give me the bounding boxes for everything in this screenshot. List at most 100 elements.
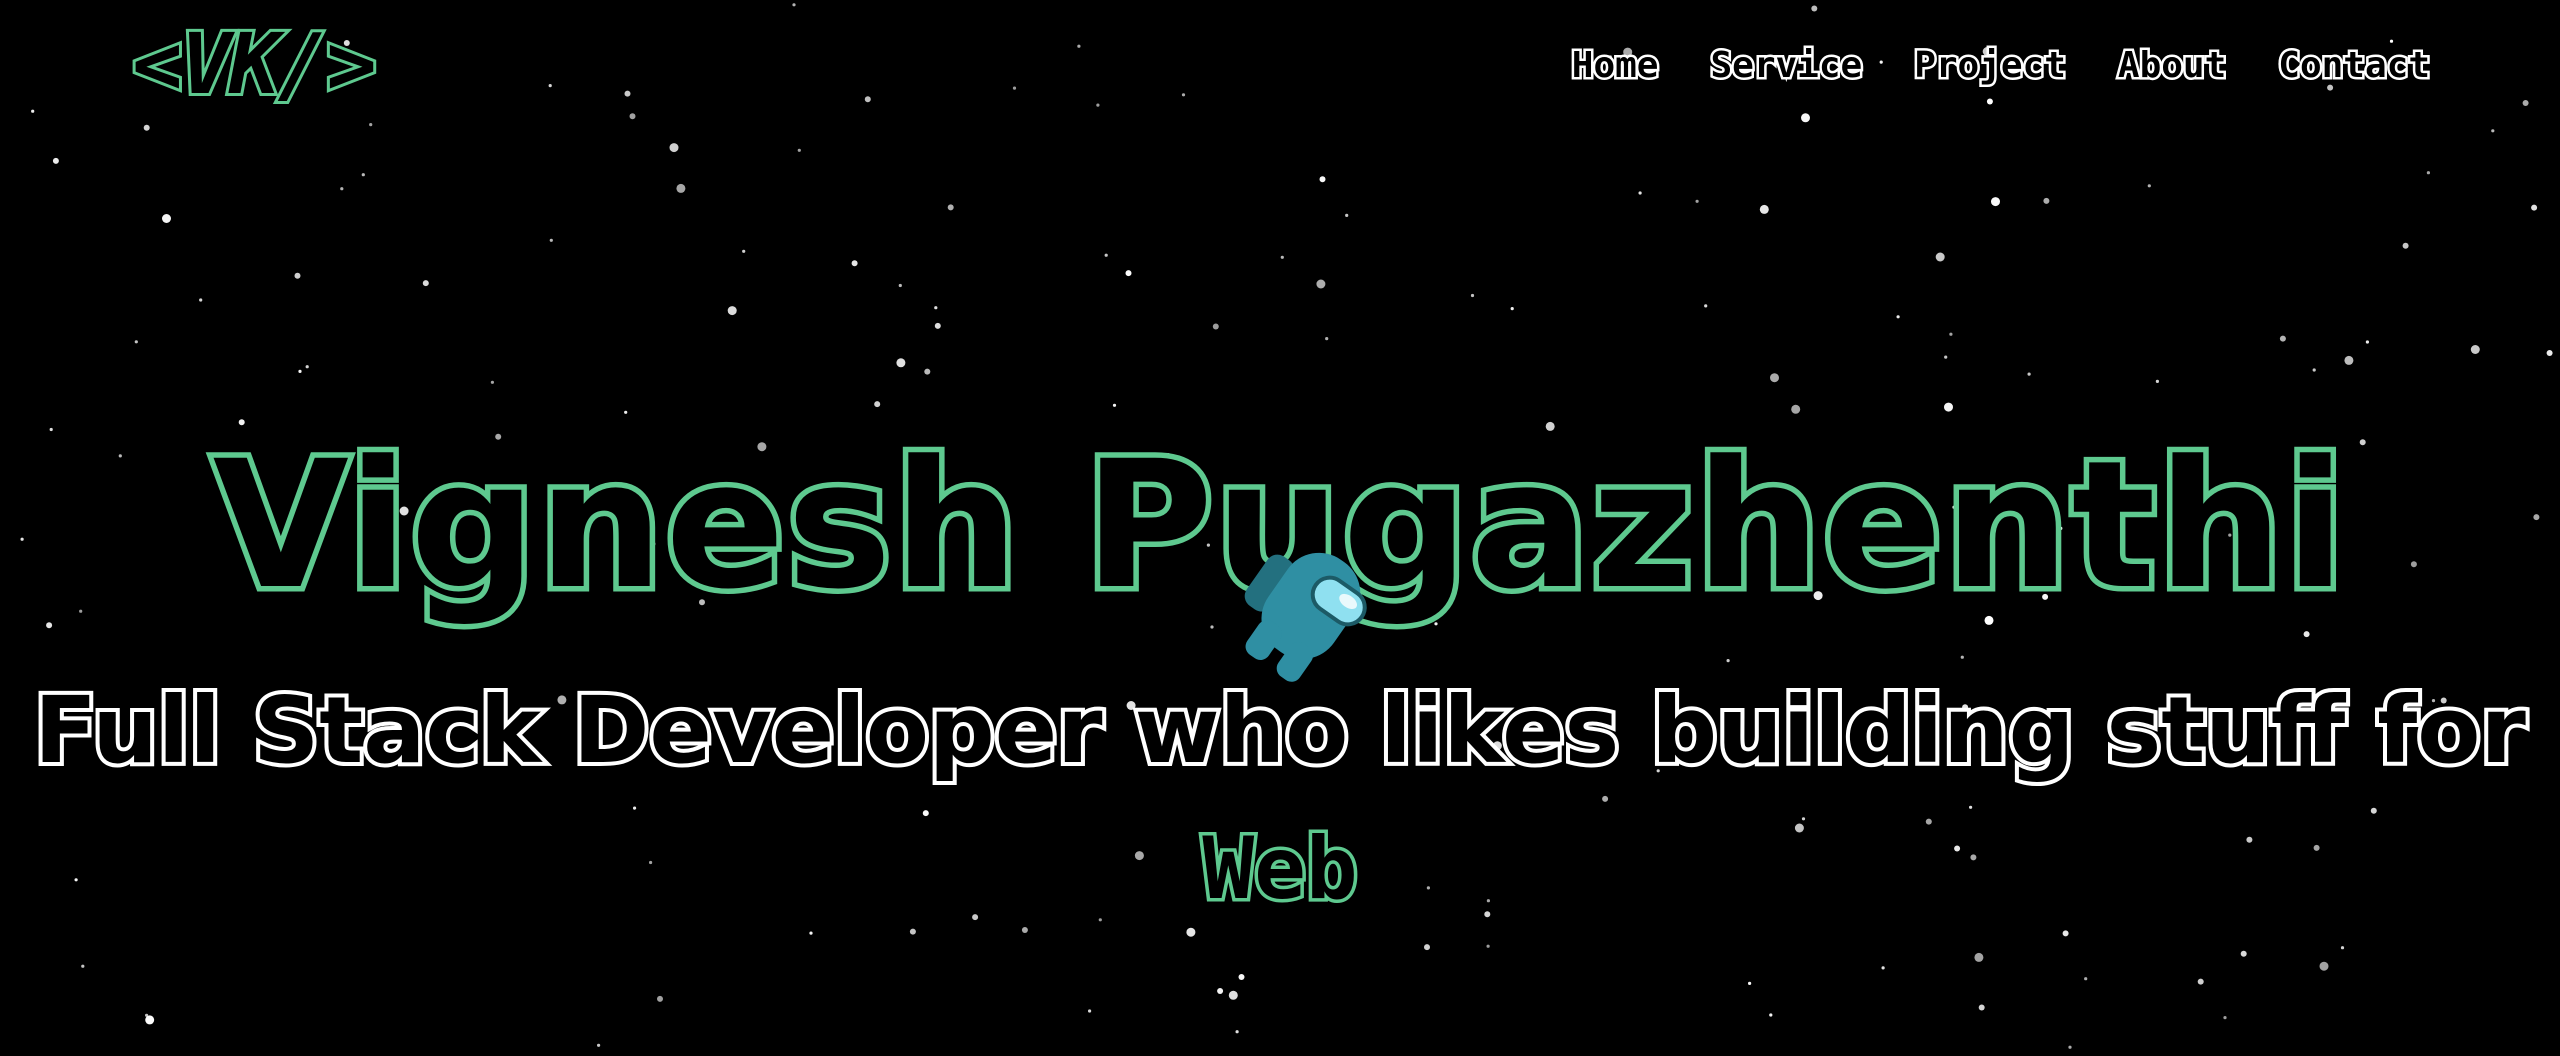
star [1112,403,1117,407]
star [1228,990,1238,1000]
star [2240,950,2247,957]
star [624,410,628,414]
star [2027,372,2031,376]
star [1181,93,1186,97]
star [2491,129,2495,133]
star [742,249,746,253]
star [369,123,373,127]
star [1345,213,1349,217]
star [2546,350,2553,356]
star [727,306,737,316]
star [797,148,801,152]
star [1470,293,1475,298]
star [2344,355,2354,365]
star [305,365,309,369]
nav-about[interactable]: About [2115,42,2228,88]
star [1510,307,1514,311]
star [361,173,365,177]
star [2312,368,2316,372]
star [597,1043,601,1047]
star [31,109,35,113]
star [1638,191,1642,195]
star [2370,807,2377,814]
star [2319,961,2329,971]
star [676,183,686,193]
star [1486,944,1490,948]
star [134,340,138,344]
nav-contact[interactable]: Contact [2276,42,2433,88]
star [2084,977,2088,981]
star [1944,402,1953,412]
star [1602,795,1609,802]
star [874,401,881,408]
star [422,280,429,287]
star [1770,373,1779,383]
star [1811,5,1818,12]
star [162,214,171,223]
star [490,380,494,384]
star [1238,974,1245,980]
star [1096,103,1100,107]
star [2223,1016,2227,1020]
star [340,187,344,191]
hero-tagline: Full Stack Developer who likes building … [30,673,2530,788]
star [1949,332,1953,336]
star [2340,946,2345,950]
star [1801,113,1810,123]
star [851,260,858,267]
star [145,1013,149,1017]
star [1212,323,1219,330]
star [624,90,631,97]
star [1077,44,1081,48]
star [2531,204,2538,211]
star [1969,805,1973,809]
star [2068,1045,2072,1049]
star [2155,379,2159,383]
hero-role: Web [1199,815,1361,922]
star [199,298,203,302]
star [633,806,637,810]
star [898,283,902,288]
star [934,322,941,329]
star [896,358,906,368]
star [1704,304,1708,308]
star [81,964,85,968]
star [1748,981,1752,986]
star [1104,253,1108,257]
star [1791,404,1801,414]
star [1978,1004,1985,1011]
star [2303,631,2310,638]
nav-home[interactable]: Home [1569,42,1661,88]
star [1125,270,1132,277]
star [1217,988,1224,994]
star [792,3,796,7]
nav-service[interactable]: Service [1708,42,1865,88]
astronaut-icon [1244,552,1367,682]
star [2365,340,2369,344]
star [2426,171,2430,175]
star [1769,1013,1773,1017]
star [298,369,302,373]
star [1881,966,1885,970]
star [2197,978,2204,985]
star [2402,242,2409,249]
site-logo[interactable]: <VK/> [129,19,380,109]
star [2062,930,2069,937]
nav-project[interactable]: Project [1912,42,2069,88]
star [2470,345,2480,354]
star [1186,927,1196,937]
star [1896,315,1900,319]
star [924,368,931,375]
star [1316,279,1326,289]
star [1960,655,1964,659]
star [1021,927,1028,933]
star [1319,176,1326,183]
star [909,928,916,935]
star [1088,1009,1092,1013]
star [934,306,938,310]
star [1424,944,1430,951]
star [1235,1030,1239,1034]
star [143,124,150,131]
star [549,238,553,242]
star [548,84,552,88]
